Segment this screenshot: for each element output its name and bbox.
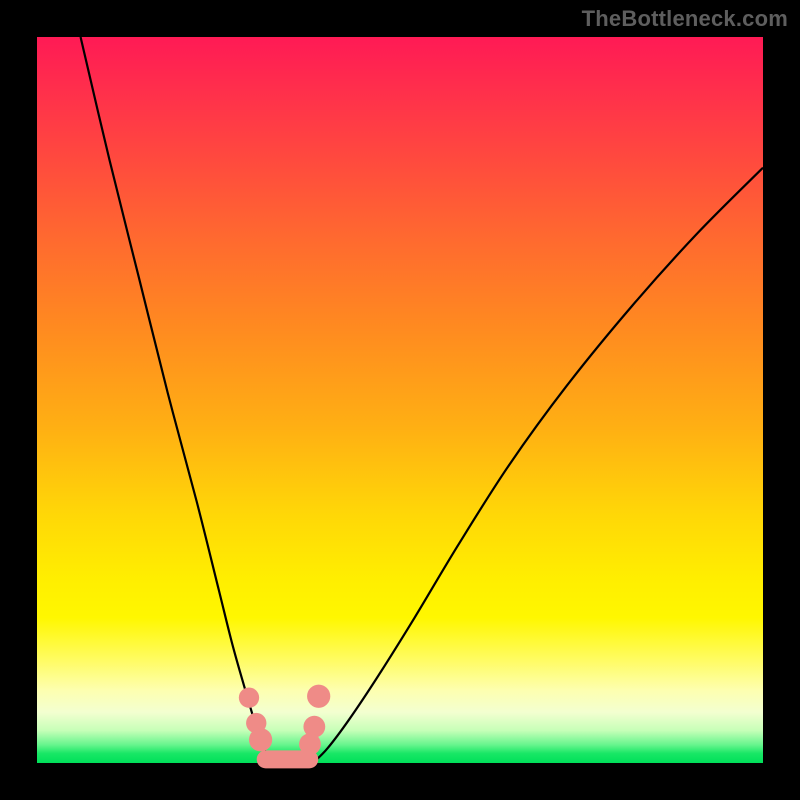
chart-svg — [37, 37, 763, 763]
curve-right — [313, 168, 763, 763]
data-marker — [307, 685, 330, 708]
plot-area — [37, 37, 763, 763]
watermark-text: TheBottleneck.com — [582, 6, 788, 32]
chart-stage: TheBottleneck.com — [0, 0, 800, 800]
data-marker — [239, 687, 259, 707]
marker-group — [239, 685, 330, 755]
curve-left — [81, 37, 273, 763]
data-marker — [249, 728, 272, 751]
